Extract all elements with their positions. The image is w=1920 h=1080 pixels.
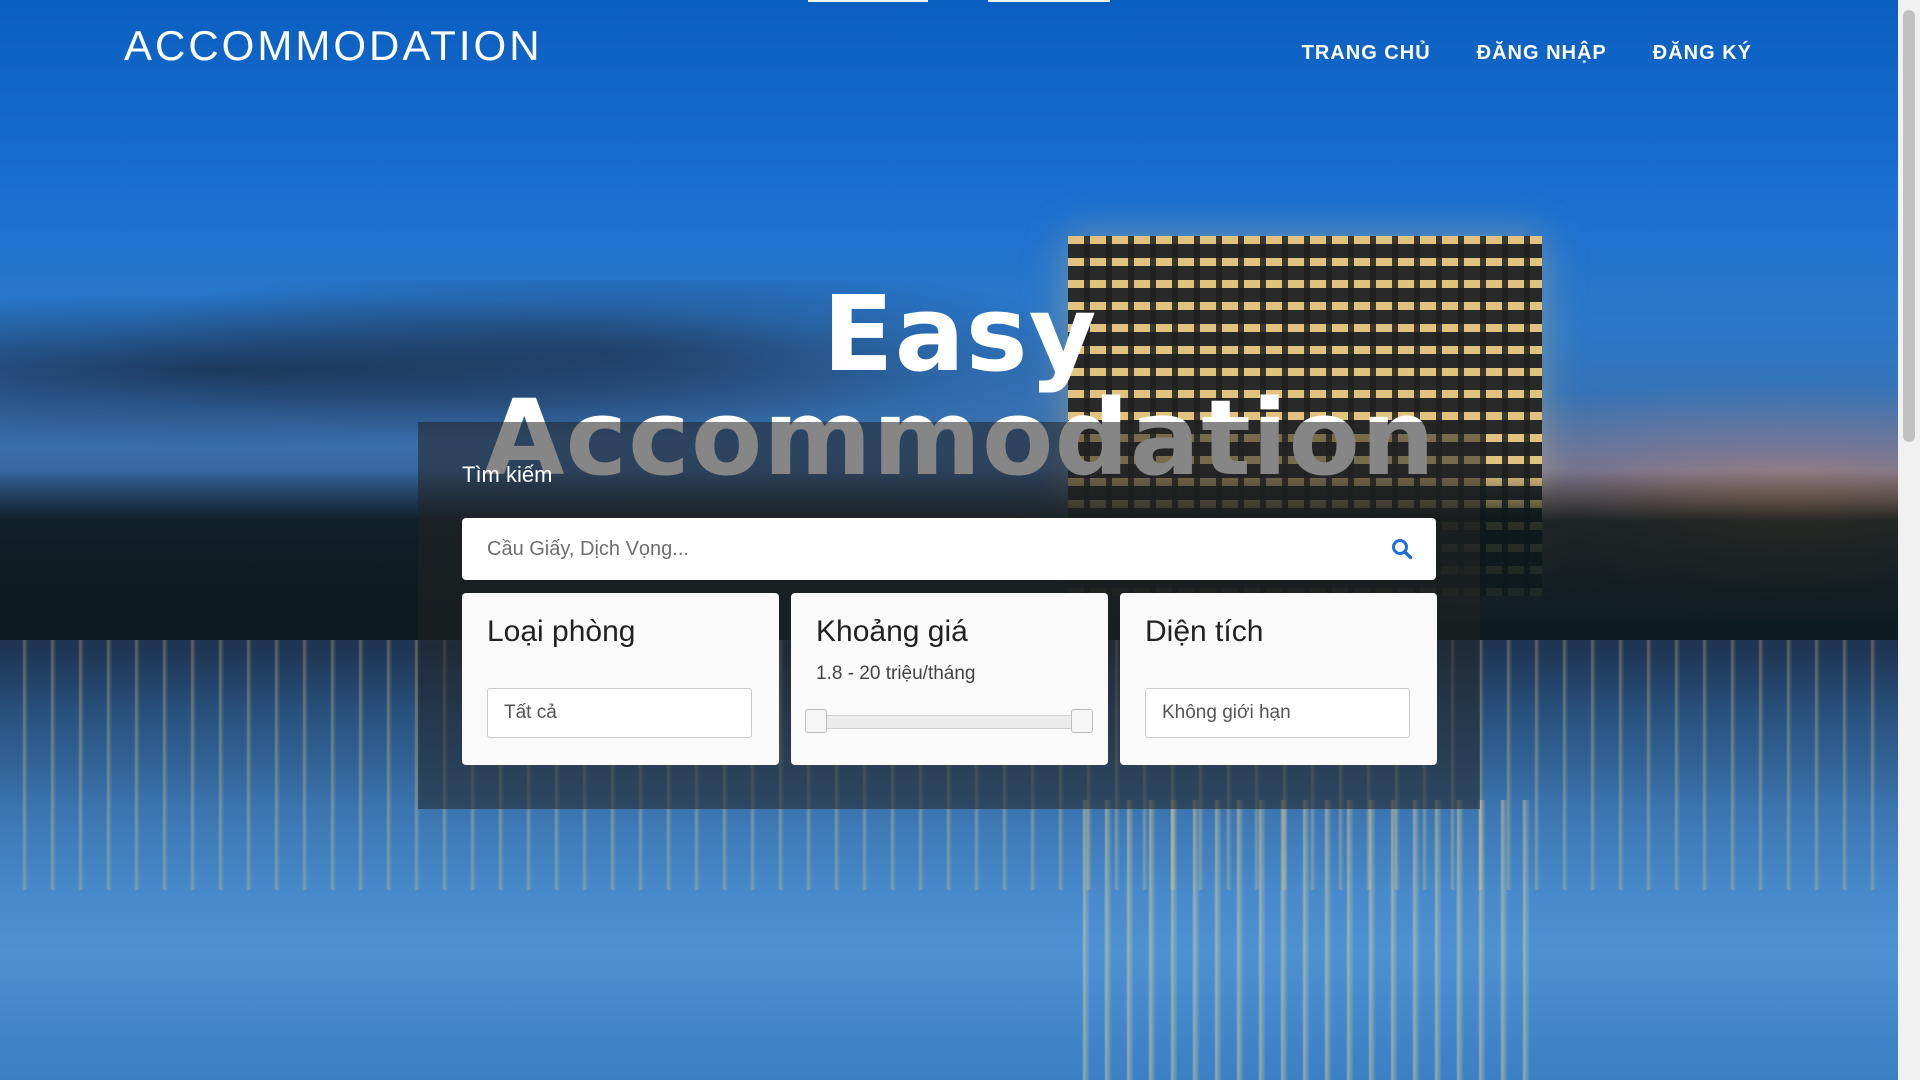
scrollbar-thumb[interactable] [1903,10,1915,442]
slider-handle-max[interactable] [1071,709,1093,733]
bg-hotel-reflection [1068,800,1542,1080]
slider-handle-min[interactable] [805,709,827,733]
search-input[interactable] [462,517,1380,581]
area-title: Diện tích [1145,615,1264,648]
area-card: Diện tích Không giới hạn [1120,593,1437,765]
area-select[interactable]: Không giới hạn [1145,688,1410,738]
nav-home[interactable]: TRANG CHỦ [1302,42,1431,65]
room-type-card: Loại phòng Tất cả [462,593,779,765]
search-icon[interactable] [1380,527,1424,571]
search-box [462,517,1436,581]
nav-register[interactable]: ĐĂNG KÝ [1653,42,1752,65]
price-range-title: Khoảng giá [816,615,968,648]
price-range-card: Khoảng giá 1.8 - 20 triệu/tháng [791,593,1108,765]
room-type-select[interactable]: Tất cả [487,688,752,738]
price-range-text: 1.8 - 20 triệu/tháng [816,663,976,684]
price-range-slider[interactable] [805,715,1093,729]
search-label: Tìm kiếm [462,462,553,487]
nav-login[interactable]: ĐĂNG NHẬP [1477,42,1607,65]
top-nav: TRANG CHỦ ĐĂNG NHẬP ĐĂNG KÝ [1302,42,1752,65]
brand-logo[interactable]: ACCOMMODATION [124,22,543,70]
page-scrollbar[interactable] [1898,0,1920,1080]
top-decoration [808,0,1110,2]
room-type-title: Loại phòng [487,615,636,648]
